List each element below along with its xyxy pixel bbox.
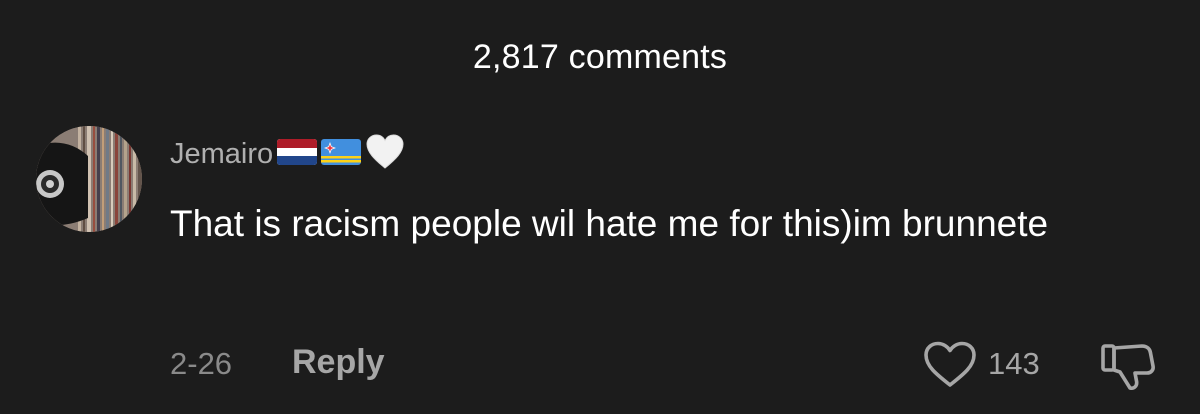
comment-item: Jemairo That is racism people wil hate m…: [0, 0, 1200, 414]
aruba-flag-icon: [321, 138, 362, 170]
comment-text: That is racism people wil hate me for th…: [170, 203, 1049, 244]
comment-date: 2-26: [170, 346, 233, 381]
username-row: Jemairo: [170, 133, 404, 175]
reply-button[interactable]: Reply: [292, 343, 385, 382]
dislike-button[interactable]: [1098, 340, 1158, 392]
netherlands-flag-icon: [277, 138, 318, 170]
like-count: 143: [988, 346, 1040, 381]
heart-outline-icon: [924, 341, 976, 387]
avatar[interactable]: [36, 126, 142, 232]
white-heart-icon: [366, 133, 404, 175]
like-button[interactable]: [922, 340, 978, 390]
thumbs-down-icon: [1101, 344, 1155, 390]
username[interactable]: Jemairo: [170, 138, 273, 171]
avatar-image: [36, 126, 142, 232]
